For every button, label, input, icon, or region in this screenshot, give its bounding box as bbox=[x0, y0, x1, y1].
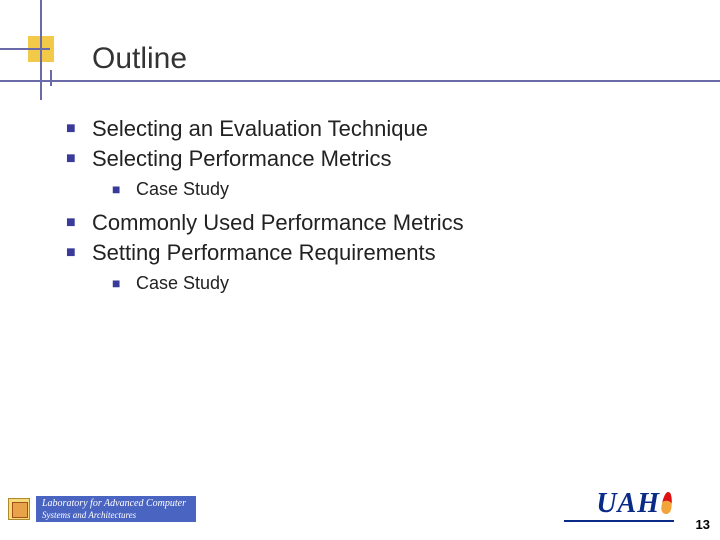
slide: Outline ■ Selecting an Evaluation Techni… bbox=[0, 0, 720, 540]
bullet-item: ■ Setting Performance Requirements bbox=[66, 240, 656, 266]
org-wordmark: UAH bbox=[596, 488, 660, 520]
bullet-text: Selecting Performance Metrics bbox=[92, 146, 392, 172]
lab-logo-icon bbox=[8, 498, 30, 520]
footer-org: UAH bbox=[596, 488, 672, 520]
footer-lab: Laboratory for Advanced Computer Systems… bbox=[8, 496, 196, 522]
slide-content: ■ Selecting an Evaluation Technique ■ Se… bbox=[66, 112, 656, 304]
square-bullet-icon: ■ bbox=[66, 210, 92, 236]
square-bullet-icon: ■ bbox=[66, 146, 92, 172]
sub-bullet-text: Case Study bbox=[136, 178, 229, 200]
sub-bullet-item: ■ Case Study bbox=[112, 178, 656, 200]
lab-label: Laboratory for Advanced Computer Systems… bbox=[36, 496, 196, 522]
flame-icon bbox=[661, 491, 674, 514]
lab-label-line2: Systems and Architectures bbox=[42, 510, 186, 520]
decor-hline-short bbox=[0, 48, 50, 50]
bullet-text: Commonly Used Performance Metrics bbox=[92, 210, 464, 236]
bullet-item: ■ Commonly Used Performance Metrics bbox=[66, 210, 656, 236]
decor-hline-long bbox=[0, 80, 720, 82]
org-underline bbox=[564, 520, 674, 522]
square-bullet-icon: ■ bbox=[112, 178, 136, 200]
slide-title: Outline bbox=[92, 42, 187, 76]
lab-label-line1: Laboratory for Advanced Computer bbox=[42, 498, 186, 510]
sub-bullet-text: Case Study bbox=[136, 272, 229, 294]
square-bullet-icon: ■ bbox=[112, 272, 136, 294]
square-bullet-icon: ■ bbox=[66, 240, 92, 266]
sub-bullet-item: ■ Case Study bbox=[112, 272, 656, 294]
bullet-text: Setting Performance Requirements bbox=[92, 240, 436, 266]
bullet-item: ■ Selecting an Evaluation Technique bbox=[66, 116, 656, 142]
square-bullet-icon: ■ bbox=[66, 116, 92, 142]
page-number: 13 bbox=[696, 517, 710, 532]
bullet-text: Selecting an Evaluation Technique bbox=[92, 116, 428, 142]
bullet-item: ■ Selecting Performance Metrics bbox=[66, 146, 656, 172]
decor-vline-short bbox=[50, 70, 52, 86]
decor-vline-long bbox=[40, 0, 42, 100]
